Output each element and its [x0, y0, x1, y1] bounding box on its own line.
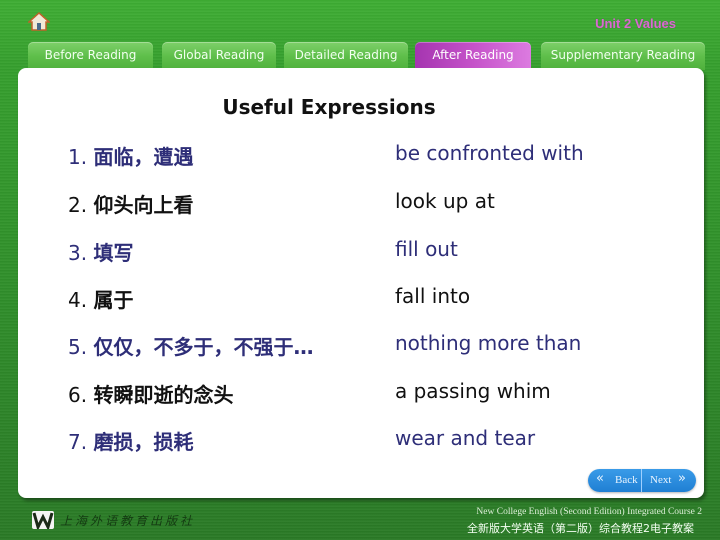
expression-chinese-text: 属于 [93, 288, 134, 312]
expression-row: 4. 属于 fall into [68, 284, 668, 314]
expression-english: fill out [395, 237, 458, 261]
unit-title: Unit 2 Values [595, 16, 676, 31]
expression-number: 7. [68, 430, 88, 454]
next-button[interactable]: Next » [641, 469, 696, 492]
expression-chinese: 3. 填写 [68, 237, 133, 266]
next-label: Next [650, 474, 672, 486]
expression-chinese-text: 磨损，损耗 [93, 430, 194, 454]
double-chevron-right-icon: » [678, 471, 686, 486]
expression-chinese-text: 转瞬即逝的念头 [93, 383, 234, 407]
publisher-logo-icon [32, 511, 54, 532]
expression-number: 1. [68, 145, 88, 169]
expression-english: nothing more than [395, 331, 582, 355]
expression-english: look up at [395, 189, 495, 213]
expression-number: 4. [68, 288, 88, 312]
expression-chinese: 7. 磨损，损耗 [68, 426, 193, 455]
tab-global-reading[interactable]: Global Reading [162, 42, 276, 70]
expression-row: 2. 仰头向上看 look up at [68, 189, 668, 219]
publisher-name: 上海外语教育出版社 [60, 514, 196, 528]
expression-chinese: 4. 属于 [68, 284, 133, 313]
expression-row: 7. 磨损，损耗 wear and tear [68, 426, 668, 456]
expression-chinese: 2. 仰头向上看 [68, 189, 193, 218]
back-button[interactable]: « Back [588, 469, 640, 492]
tab-after-reading[interactable]: After Reading [415, 42, 531, 70]
expression-row: 6. 转瞬即逝的念头 a passing whim [68, 379, 668, 409]
expression-chinese-text: 仅仅，不多于，不强于… [93, 335, 314, 359]
expression-chinese: 5. 仅仅，不多于，不强于… [68, 331, 313, 360]
course-title-en: New College English (Second Edition) Int… [476, 507, 702, 517]
expression-number: 2. [68, 193, 88, 217]
page-title: Useful Expressions [222, 95, 436, 119]
expression-chinese: 6. 转瞬即逝的念头 [68, 379, 233, 408]
expression-english: fall into [395, 284, 471, 308]
expression-english: wear and tear [395, 426, 536, 450]
course-title-cn: 全新版大学英语（第二版）综合教程2电子教案 [467, 522, 694, 535]
expression-chinese: 1. 面临，遭遇 [68, 141, 193, 170]
expression-number: 5. [68, 335, 88, 359]
expression-chinese-text: 填写 [93, 241, 134, 265]
expression-row: 5. 仅仅，不多于，不强于… nothing more than [68, 331, 668, 361]
back-label: Back [615, 474, 638, 486]
expression-row: 1. 面临，遭遇 be confronted with [68, 141, 668, 171]
tab-detailed-reading[interactable]: Detailed Reading [284, 42, 408, 70]
expression-number: 3. [68, 241, 88, 265]
expression-chinese-text: 面临，遭遇 [93, 145, 194, 169]
expression-english: be confronted with [395, 141, 584, 165]
double-chevron-left-icon: « [596, 471, 604, 486]
tab-supplementary-reading[interactable]: Supplementary Reading [541, 42, 705, 70]
section-tabs: Before Reading Global Reading Detailed R… [0, 42, 720, 70]
home-icon[interactable] [27, 11, 51, 32]
expression-row: 3. 填写 fill out [68, 237, 668, 267]
expression-number: 6. [68, 383, 88, 407]
expression-english: a passing whim [395, 379, 551, 403]
tab-before-reading[interactable]: Before Reading [28, 42, 153, 70]
nav-buttons: « Back Next » [588, 469, 696, 492]
expression-chinese-text: 仰头向上看 [93, 193, 194, 217]
